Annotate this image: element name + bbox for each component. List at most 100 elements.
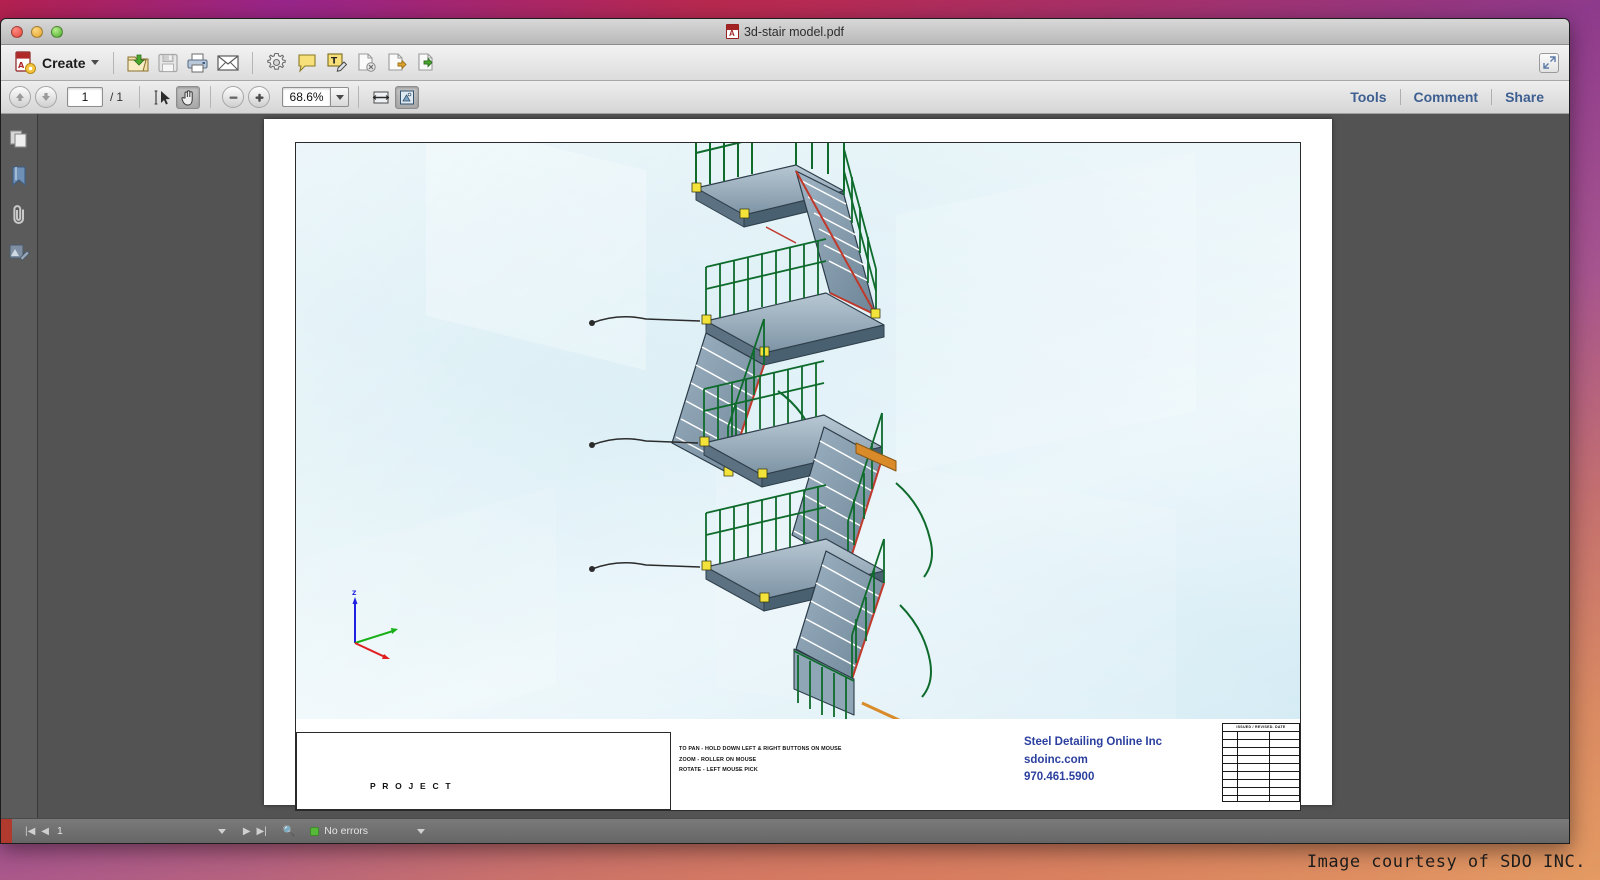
comment-link[interactable]: Comment — [1401, 89, 1492, 105]
pdf-page: Z P R O J E C T TO PAN - HOLD DOWN LEFT … — [264, 119, 1332, 811]
page-number-input[interactable]: 1 — [67, 87, 103, 107]
stair-model-graphic — [589, 143, 933, 719]
toolbar-divider-2 — [251, 51, 253, 74]
company-phone: 970.461.5900 — [1024, 770, 1095, 783]
toolbar-divider — [112, 51, 114, 74]
sidebar-item-page-thumbnails[interactable] — [8, 127, 30, 149]
sidebar-item-attachments[interactable] — [8, 203, 30, 225]
sidebar-item-bookmarks[interactable] — [8, 165, 30, 187]
navigation-toolbar: 1 / 1 68.6% Tools Comment Share — [1, 81, 1569, 114]
create-button[interactable]: A Create — [9, 49, 104, 77]
axis-z-label: Z — [352, 590, 357, 597]
window-titlebar: 3d-stair model.pdf — [1, 19, 1569, 45]
fit-page-button[interactable] — [395, 85, 420, 109]
nav-divider-1 — [139, 86, 141, 108]
revision-table-rows — [1223, 731, 1299, 801]
project-label: P R O J E C T — [370, 781, 453, 791]
next-page-button[interactable] — [35, 86, 57, 108]
status-bar-tab[interactable] — [1, 818, 12, 843]
drawing-sheet: Z P R O J E C T TO PAN - HOLD DOWN LEFT … — [295, 142, 1301, 811]
window-title: 3d-stair model.pdf — [1, 24, 1569, 39]
close-button[interactable] — [11, 25, 23, 38]
navigation-sidebar — [1, 114, 38, 820]
instruction-line-3: ROTATE - LEFT MOUSE PICK — [679, 767, 758, 774]
instructions-block: TO PAN - HOLD DOWN LEFT & RIGHT BUTTONS … — [679, 744, 979, 776]
text-select-cursor-icon — [154, 89, 170, 105]
toolbar-right-links: Tools Comment Share — [1337, 89, 1557, 105]
print-icon[interactable] — [183, 49, 213, 77]
window-title-text: 3d-stair model.pdf — [743, 24, 845, 39]
coordinate-axis-indicator: Z — [352, 590, 398, 659]
instruction-line-1: TO PAN - HOLD DOWN LEFT & RIGHT BUTTONS … — [679, 746, 842, 753]
plus-circle-icon — [255, 93, 264, 102]
revision-table-header: ISSUED / REVISED. DATE — [1236, 725, 1286, 729]
image-credit-watermark: Image courtesy of SDO INC. — [1306, 852, 1586, 872]
model-tree-icon — [9, 244, 30, 261]
zoom-out-button[interactable] — [222, 86, 245, 108]
highlight-text-icon[interactable]: T — [322, 49, 352, 77]
chevron-down-icon — [90, 60, 99, 65]
arrow-up-circle-icon — [16, 93, 24, 101]
status-indicator-dot — [310, 826, 320, 836]
nav-divider-3 — [358, 86, 360, 108]
tools-link[interactable]: Tools — [1337, 89, 1399, 105]
page-insert-icon[interactable] — [412, 49, 442, 77]
previous-page-button[interactable] — [9, 86, 31, 108]
minus-circle-icon — [229, 96, 238, 99]
fit-page-icon — [400, 90, 415, 104]
instruction-line-2: ZOOM - ROLLER ON MOUSE — [679, 756, 757, 763]
expand-arrows-icon — [1542, 56, 1556, 69]
3d-model-viewport[interactable]: Z — [296, 143, 1300, 719]
search-errors-icon[interactable]: 🔍 — [280, 826, 298, 837]
page-thumbnails-icon — [9, 130, 27, 148]
go-previous-icon[interactable]: ◀ — [38, 826, 52, 837]
company-website: sdoinc.com — [1024, 753, 1088, 766]
svg-text:A: A — [18, 61, 25, 70]
revision-table: ISSUED / REVISED. DATE — [1222, 723, 1300, 802]
email-icon[interactable] — [213, 49, 243, 77]
select-tool-button[interactable] — [150, 86, 174, 109]
chevron-down-small-icon[interactable] — [417, 828, 426, 834]
sidebar-item-model-tree[interactable] — [8, 241, 30, 263]
expand-window-button[interactable] — [1539, 52, 1559, 73]
share-link[interactable]: Share — [1492, 89, 1557, 105]
open-folder-icon[interactable] — [123, 49, 153, 77]
attachments-paperclip-icon — [13, 204, 24, 224]
company-name: Steel Detailing Online Inc — [1024, 736, 1163, 749]
fit-width-button[interactable] — [369, 86, 393, 109]
zoom-dropdown-button[interactable] — [330, 87, 350, 107]
create-label: Create — [42, 54, 86, 71]
arrow-down-circle-icon — [42, 93, 50, 101]
application-window: 3d-stair model.pdf A Create — [0, 18, 1570, 844]
chevron-down-icon — [335, 94, 344, 100]
chevron-down-icon[interactable] — [217, 828, 226, 834]
status-page-number: 1 — [57, 825, 63, 837]
document-scroll-area[interactable]: Z P R O J E C T TO PAN - HOLD DOWN LEFT … — [38, 114, 1569, 820]
go-first-icon[interactable]: |◀ — [22, 826, 38, 837]
page-delete-icon[interactable] — [352, 49, 382, 77]
drawing-title-block: P R O J E C T TO PAN - HOLD DOWN LEFT & … — [296, 718, 1300, 810]
zoom-in-button[interactable] — [248, 86, 271, 108]
fit-width-icon — [372, 91, 390, 103]
go-next-icon[interactable]: ▶ — [240, 826, 254, 837]
settings-gear-icon[interactable] — [262, 49, 292, 77]
sticky-note-icon[interactable] — [292, 49, 322, 77]
hand-tool-button[interactable] — [176, 85, 201, 109]
nav-divider-2 — [210, 86, 212, 108]
maximize-button[interactable] — [51, 25, 63, 38]
hand-pan-icon — [180, 89, 193, 106]
status-bar: |◀ ◀ 1 ▶ ▶| 🔍 No errors — [1, 818, 1569, 843]
window-controls — [1, 25, 63, 38]
create-pdf-icon: A — [15, 50, 36, 74]
zoom-level-input[interactable]: 68.6% — [282, 87, 331, 107]
save-icon[interactable] — [153, 49, 183, 77]
page-extract-icon[interactable] — [382, 49, 412, 77]
minimize-button[interactable] — [31, 25, 43, 38]
go-last-icon[interactable]: ▶| — [254, 826, 270, 837]
page-total: 1 — [116, 90, 124, 104]
status-text: No errors — [324, 825, 369, 837]
bookmarks-icon — [12, 165, 26, 186]
project-box: P R O J E C T — [296, 732, 671, 810]
company-info-block: Steel Detailing Online Inc sdoinc.com 97… — [1024, 734, 1162, 786]
page-separator: / — [110, 90, 114, 104]
